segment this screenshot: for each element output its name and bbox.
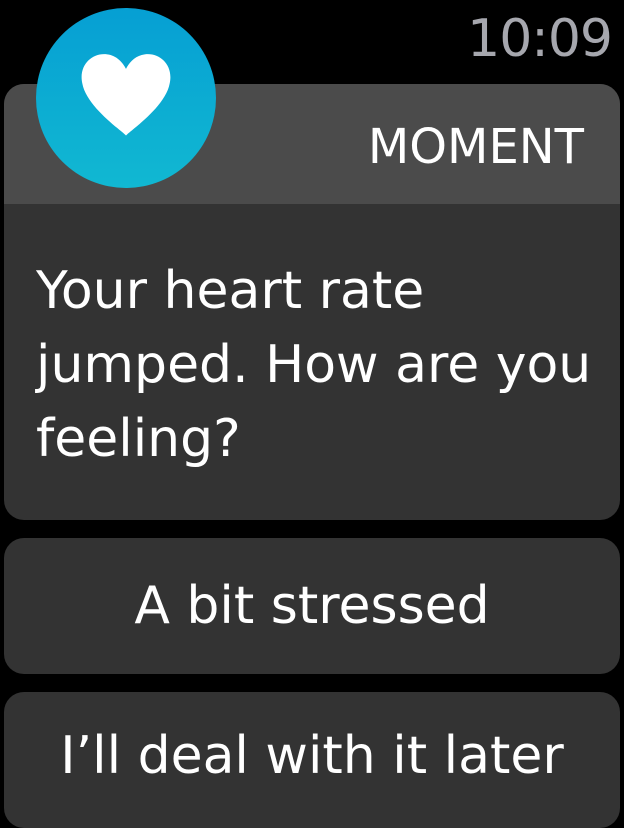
action-button-deal-later[interactable]: I’ll deal with it later (4, 692, 620, 828)
notification-message: Your heart rate jumped. How are you feel… (36, 261, 592, 469)
app-icon (36, 8, 216, 188)
heart-icon (81, 54, 171, 136)
status-time: 10:09 (467, 9, 613, 69)
action-button-a-bit-stressed[interactable]: A bit stressed (4, 538, 620, 674)
app-name: MOMENT (367, 119, 584, 175)
